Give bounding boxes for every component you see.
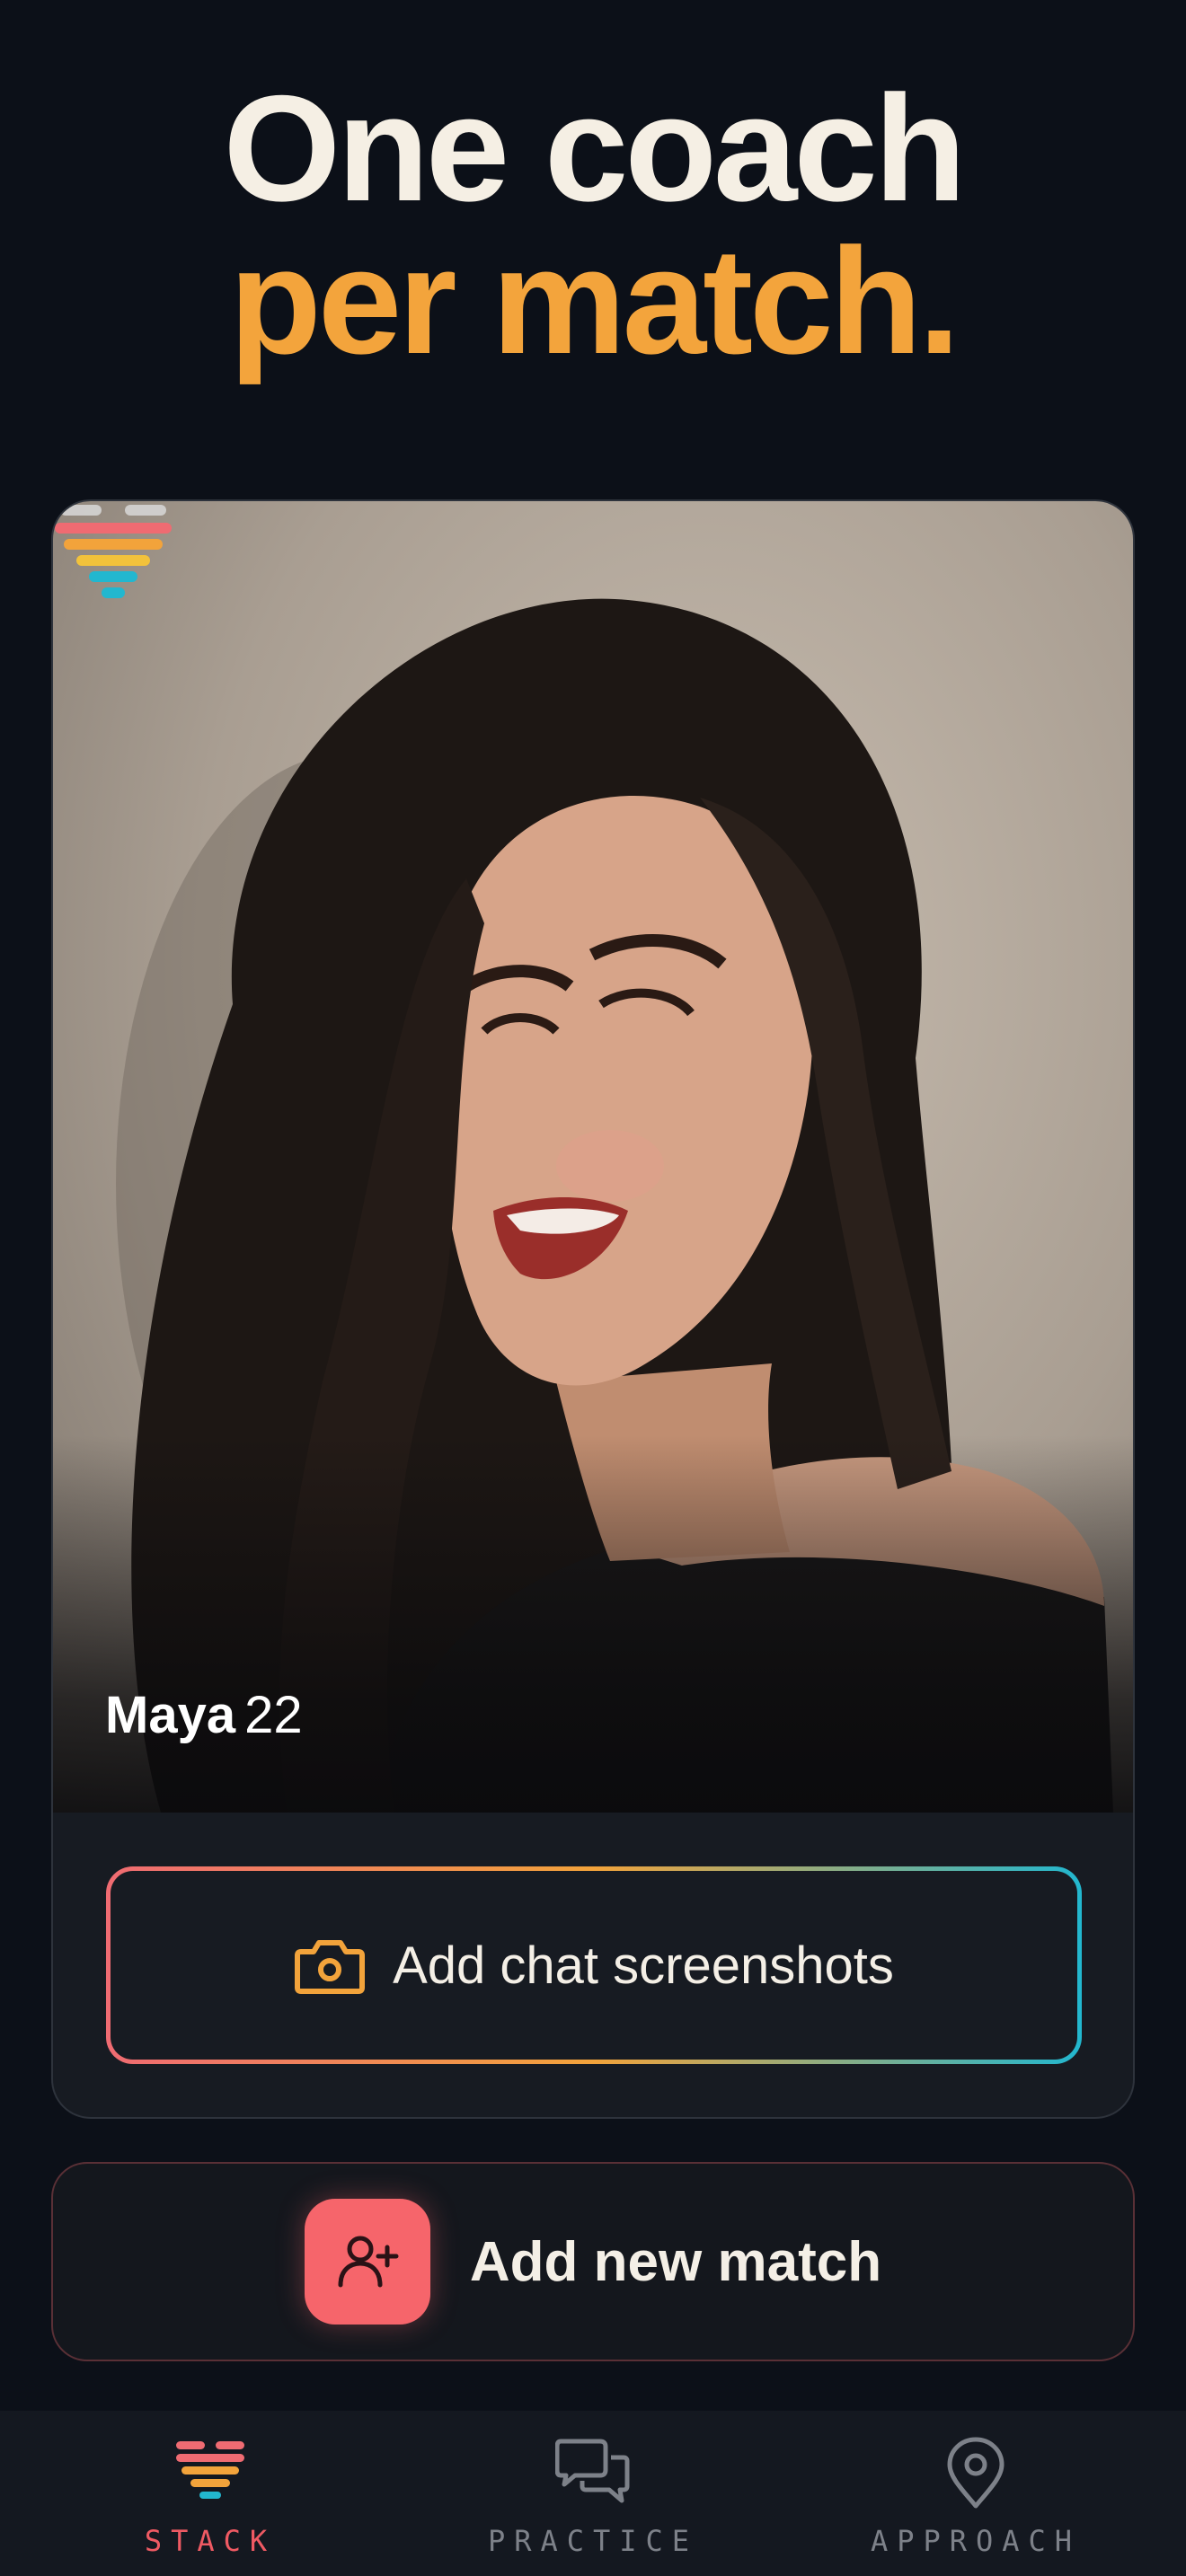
add-chat-screenshots-button[interactable]: Add chat screenshots bbox=[106, 1866, 1082, 2064]
match-age: 22 bbox=[244, 1686, 303, 1744]
camera-icon bbox=[295, 1940, 366, 1994]
tab-practice-label: PRACTICE bbox=[487, 2524, 699, 2558]
match-photo[interactable]: Maya 22 bbox=[53, 501, 1133, 1813]
app-logo-icon bbox=[55, 505, 172, 598]
stack-heart-icon bbox=[176, 2441, 244, 2499]
tab-stack-label: STACK bbox=[144, 2524, 277, 2558]
tab-stack[interactable]: STACK bbox=[75, 2411, 345, 2576]
headline: One coach per match. bbox=[0, 72, 1186, 377]
location-pin-icon bbox=[947, 2437, 1005, 2509]
headline-line-1: One coach bbox=[223, 64, 967, 233]
bottom-tab-bar: STACK PRACTICE APPROACH bbox=[0, 2411, 1186, 2576]
match-card[interactable]: Maya 22 Add chat screenshots bbox=[51, 499, 1135, 2119]
match-name: Maya bbox=[105, 1686, 236, 1744]
add-match-icon-box bbox=[304, 2199, 430, 2325]
match-name-age: Maya 22 bbox=[105, 1685, 303, 1745]
add-new-match-label: Add new match bbox=[469, 2230, 882, 2293]
headline-line-2: per match. bbox=[229, 216, 960, 385]
chat-bubbles-icon bbox=[555, 2439, 630, 2503]
photo-gradient-overlay bbox=[53, 1435, 1133, 1813]
tab-practice[interactable]: PRACTICE bbox=[458, 2411, 728, 2576]
tab-approach[interactable]: APPROACH bbox=[841, 2411, 1111, 2576]
screen: One coach per match. Maya 22 Add chat sc… bbox=[0, 0, 1186, 2576]
add-user-icon bbox=[338, 2236, 399, 2288]
add-chat-screenshots-label: Add chat screenshots bbox=[393, 1936, 894, 1995]
tab-approach-label: APPROACH bbox=[870, 2524, 1082, 2558]
add-new-match-button[interactable]: Add new match bbox=[51, 2162, 1135, 2361]
